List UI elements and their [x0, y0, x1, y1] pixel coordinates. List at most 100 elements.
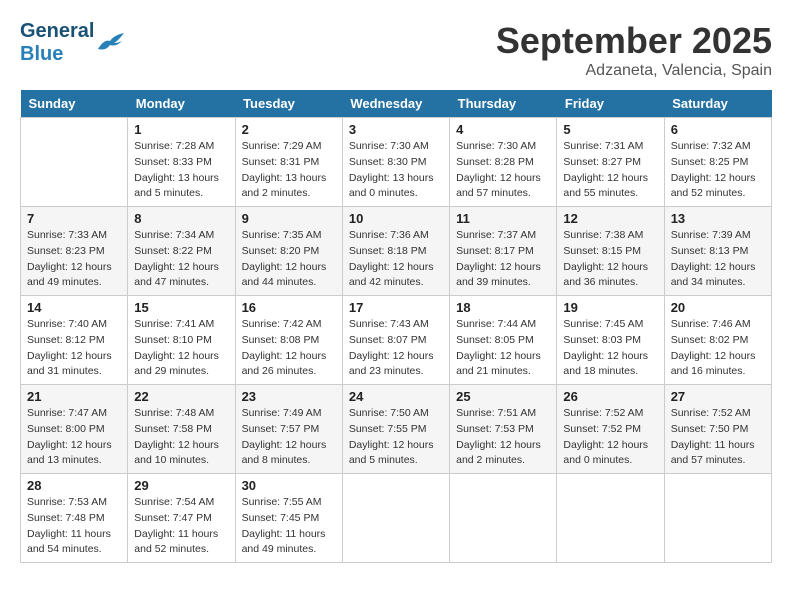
- month-title: September 2025: [496, 20, 772, 62]
- calendar-cell: 21 Sunrise: 7:47 AMSunset: 8:00 PMDayligh…: [21, 385, 128, 474]
- calendar-cell: 26 Sunrise: 7:52 AMSunset: 7:52 PMDayligh…: [557, 385, 664, 474]
- weekday-monday: Monday: [128, 90, 235, 118]
- day-number: 29: [134, 478, 228, 493]
- day-number: 4: [456, 122, 550, 137]
- logo-general: General: [20, 20, 94, 42]
- day-number: 7: [27, 211, 121, 226]
- day-info: Sunrise: 7:33 AMSunset: 8:23 PMDaylight:…: [27, 228, 121, 291]
- logo: General Blue: [20, 20, 124, 66]
- weekday-friday: Friday: [557, 90, 664, 118]
- calendar-cell: 16Sunrise: 7:42 AMSunset: 8:08 PMDayligh…: [235, 296, 342, 385]
- week-row-5: 28 Sunrise: 7:53 AMSunset: 7:48 PMDayligh…: [21, 474, 772, 563]
- calendar-cell: 11 Sunrise: 7:37 AMSunset: 8:17 PMDayligh…: [450, 207, 557, 296]
- day-info: Sunrise: 7:36 AMSunset: 8:18 PMDaylight:…: [349, 228, 443, 291]
- calendar-cell: [342, 474, 449, 563]
- logo-bird-icon: [96, 31, 124, 55]
- calendar-cell: 8Sunrise: 7:34 AMSunset: 8:22 PMDaylight…: [128, 207, 235, 296]
- day-number: 22: [134, 389, 228, 404]
- day-info: Sunrise: 7:44 AMSunset: 8:05 PMDaylight:…: [456, 317, 550, 380]
- day-info: Sunrise: 7:55 AMSunset: 7:45 PMDaylight:…: [242, 495, 336, 558]
- weekday-sunday: Sunday: [21, 90, 128, 118]
- day-number: 19: [563, 300, 657, 315]
- day-info: Sunrise: 7:37 AMSunset: 8:17 PMDaylight:…: [456, 228, 550, 291]
- calendar-cell: 3 Sunrise: 7:30 AMSunset: 8:30 PMDaylight…: [342, 118, 449, 207]
- location: Adzaneta, Valencia, Spain: [496, 62, 772, 80]
- day-number: 21: [27, 389, 121, 404]
- calendar-cell: 23 Sunrise: 7:49 AMSunset: 7:57 PMDayligh…: [235, 385, 342, 474]
- weekday-thursday: Thursday: [450, 90, 557, 118]
- calendar-cell: 13 Sunrise: 7:39 AMSunset: 8:13 PMDayligh…: [664, 207, 771, 296]
- day-info: Sunrise: 7:50 AMSunset: 7:55 PMDaylight:…: [349, 406, 443, 469]
- day-number: 20: [671, 300, 765, 315]
- day-info: Sunrise: 7:54 AMSunset: 7:47 PMDaylight:…: [134, 495, 228, 558]
- day-number: 9: [242, 211, 336, 226]
- day-number: 17: [349, 300, 443, 315]
- day-info: Sunrise: 7:49 AMSunset: 7:57 PMDaylight:…: [242, 406, 336, 469]
- calendar-cell: 24 Sunrise: 7:50 AMSunset: 7:55 PMDayligh…: [342, 385, 449, 474]
- day-number: 6: [671, 122, 765, 137]
- calendar-cell: 29 Sunrise: 7:54 AMSunset: 7:47 PMDayligh…: [128, 474, 235, 563]
- calendar-cell: 4 Sunrise: 7:30 AMSunset: 8:28 PMDaylight…: [450, 118, 557, 207]
- week-row-2: 7 Sunrise: 7:33 AMSunset: 8:23 PMDaylight…: [21, 207, 772, 296]
- day-number: 23: [242, 389, 336, 404]
- week-row-3: 14Sunrise: 7:40 AMSunset: 8:12 PMDayligh…: [21, 296, 772, 385]
- day-info: Sunrise: 7:48 AMSunset: 7:58 PMDaylight:…: [134, 406, 228, 469]
- weekday-wednesday: Wednesday: [342, 90, 449, 118]
- day-number: 26: [563, 389, 657, 404]
- day-number: 14: [27, 300, 121, 315]
- day-info: Sunrise: 7:39 AMSunset: 8:13 PMDaylight:…: [671, 228, 765, 291]
- page-header: General Blue September 2025 Adzaneta, Va…: [20, 20, 772, 80]
- day-number: 13: [671, 211, 765, 226]
- day-info: Sunrise: 7:41 AMSunset: 8:10 PMDaylight:…: [134, 317, 228, 380]
- calendar-cell: 27Sunrise: 7:52 AMSunset: 7:50 PMDayligh…: [664, 385, 771, 474]
- calendar-cell: 17 Sunrise: 7:43 AMSunset: 8:07 PMDayligh…: [342, 296, 449, 385]
- calendar-cell: 20 Sunrise: 7:46 AMSunset: 8:02 PMDayligh…: [664, 296, 771, 385]
- calendar-cell: 12 Sunrise: 7:38 AMSunset: 8:15 PMDayligh…: [557, 207, 664, 296]
- day-info: Sunrise: 7:32 AMSunset: 8:25 PMDaylight:…: [671, 139, 765, 202]
- calendar-cell: 9 Sunrise: 7:35 AMSunset: 8:20 PMDaylight…: [235, 207, 342, 296]
- day-number: 28: [27, 478, 121, 493]
- day-number: 5: [563, 122, 657, 137]
- calendar-cell: 1Sunrise: 7:28 AMSunset: 8:33 PMDaylight…: [128, 118, 235, 207]
- calendar-cell: [21, 118, 128, 207]
- calendar-cell: 18Sunrise: 7:44 AMSunset: 8:05 PMDayligh…: [450, 296, 557, 385]
- day-info: Sunrise: 7:38 AMSunset: 8:15 PMDaylight:…: [563, 228, 657, 291]
- day-info: Sunrise: 7:30 AMSunset: 8:30 PMDaylight:…: [349, 139, 443, 202]
- day-number: 11: [456, 211, 550, 226]
- calendar-table: SundayMondayTuesdayWednesdayThursdayFrid…: [20, 90, 772, 563]
- week-row-4: 21 Sunrise: 7:47 AMSunset: 8:00 PMDayligh…: [21, 385, 772, 474]
- day-info: Sunrise: 7:47 AMSunset: 8:00 PMDaylight:…: [27, 406, 121, 469]
- week-row-1: 1Sunrise: 7:28 AMSunset: 8:33 PMDaylight…: [21, 118, 772, 207]
- day-number: 12: [563, 211, 657, 226]
- calendar-body: 1Sunrise: 7:28 AMSunset: 8:33 PMDaylight…: [21, 118, 772, 563]
- calendar-cell: [450, 474, 557, 563]
- day-number: 25: [456, 389, 550, 404]
- calendar-cell: 10 Sunrise: 7:36 AMSunset: 8:18 PMDayligh…: [342, 207, 449, 296]
- calendar-cell: 22 Sunrise: 7:48 AMSunset: 7:58 PMDayligh…: [128, 385, 235, 474]
- calendar-cell: 7 Sunrise: 7:33 AMSunset: 8:23 PMDaylight…: [21, 207, 128, 296]
- day-info: Sunrise: 7:30 AMSunset: 8:28 PMDaylight:…: [456, 139, 550, 202]
- day-number: 24: [349, 389, 443, 404]
- day-info: Sunrise: 7:43 AMSunset: 8:07 PMDaylight:…: [349, 317, 443, 380]
- calendar-cell: 28 Sunrise: 7:53 AMSunset: 7:48 PMDayligh…: [21, 474, 128, 563]
- day-number: 16: [242, 300, 336, 315]
- calendar-cell: 2 Sunrise: 7:29 AMSunset: 8:31 PMDaylight…: [235, 118, 342, 207]
- day-info: Sunrise: 7:34 AMSunset: 8:22 PMDaylight:…: [134, 228, 228, 291]
- day-info: Sunrise: 7:31 AMSunset: 8:27 PMDaylight:…: [563, 139, 657, 202]
- day-info: Sunrise: 7:35 AMSunset: 8:20 PMDaylight:…: [242, 228, 336, 291]
- calendar-cell: 25 Sunrise: 7:51 AMSunset: 7:53 PMDayligh…: [450, 385, 557, 474]
- calendar-cell: 14Sunrise: 7:40 AMSunset: 8:12 PMDayligh…: [21, 296, 128, 385]
- weekday-tuesday: Tuesday: [235, 90, 342, 118]
- day-number: 3: [349, 122, 443, 137]
- day-number: 2: [242, 122, 336, 137]
- weekday-header-row: SundayMondayTuesdayWednesdayThursdayFrid…: [21, 90, 772, 118]
- day-info: Sunrise: 7:29 AMSunset: 8:31 PMDaylight:…: [242, 139, 336, 202]
- day-number: 10: [349, 211, 443, 226]
- calendar-cell: 19 Sunrise: 7:45 AMSunset: 8:03 PMDayligh…: [557, 296, 664, 385]
- day-info: Sunrise: 7:28 AMSunset: 8:33 PMDaylight:…: [134, 139, 228, 202]
- day-info: Sunrise: 7:46 AMSunset: 8:02 PMDaylight:…: [671, 317, 765, 380]
- day-info: Sunrise: 7:45 AMSunset: 8:03 PMDaylight:…: [563, 317, 657, 380]
- day-info: Sunrise: 7:53 AMSunset: 7:48 PMDaylight:…: [27, 495, 121, 558]
- day-info: Sunrise: 7:52 AMSunset: 7:52 PMDaylight:…: [563, 406, 657, 469]
- day-info: Sunrise: 7:51 AMSunset: 7:53 PMDaylight:…: [456, 406, 550, 469]
